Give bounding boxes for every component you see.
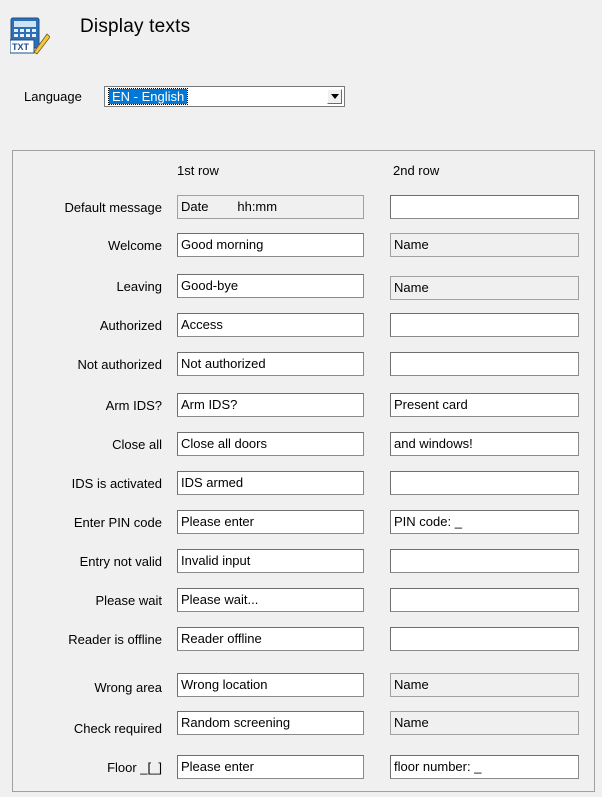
second-row-field: Name [390, 711, 579, 735]
second-row-field: Name [390, 276, 579, 300]
language-label: Language [24, 89, 82, 104]
second-row-field[interactable]: and windows! [390, 432, 579, 456]
dropdown-button[interactable] [327, 89, 342, 104]
first-row-field: Date hh:mm [177, 195, 364, 219]
second-row-field[interactable]: PIN code: _ [390, 510, 579, 534]
language-selected-value: EN - English [107, 88, 189, 105]
first-row-field[interactable]: IDS armed [177, 471, 364, 495]
first-row-field[interactable]: Random screening [177, 711, 364, 735]
row-label: Authorized [99, 318, 162, 333]
column-header-first-row: 1st row [177, 163, 219, 178]
row-label: Check required [73, 721, 162, 736]
row-label: Default message [64, 200, 162, 215]
first-row-field[interactable]: Please enter [177, 755, 364, 779]
first-row-field[interactable]: Please enter [177, 510, 364, 534]
second-row-field[interactable] [390, 588, 579, 612]
first-row-field[interactable]: Invalid input [177, 549, 364, 573]
second-row-field[interactable]: floor number: _ [390, 755, 579, 779]
row-label: IDS is activated [71, 476, 162, 491]
row-label: Close all [112, 437, 162, 452]
language-select[interactable]: EN - English [104, 86, 345, 107]
second-row-field: Name [390, 233, 579, 257]
first-row-field[interactable]: Not authorized [177, 352, 364, 376]
chevron-down-icon [330, 94, 339, 99]
page-title: Display texts [80, 16, 191, 37]
first-row-field[interactable]: Please wait... [177, 588, 364, 612]
row-label: Please wait [95, 593, 162, 608]
row-label: Arm IDS? [105, 398, 162, 413]
row-label: Wrong area [94, 680, 162, 695]
row-label: Welcome [108, 238, 162, 253]
row-label: Enter PIN code [73, 515, 162, 530]
first-row-field[interactable]: Arm IDS? [177, 393, 364, 417]
second-row-field[interactable] [390, 627, 579, 651]
row-label: Floor _[_] [107, 760, 162, 775]
first-row-field[interactable]: Wrong location [177, 673, 364, 697]
display-texts-icon: TXT [10, 17, 50, 55]
first-row-field[interactable]: Close all doors [177, 432, 364, 456]
second-row-field[interactable] [390, 549, 579, 573]
second-row-field[interactable] [390, 313, 579, 337]
second-row-field[interactable] [390, 471, 579, 495]
second-row-field[interactable] [390, 352, 579, 376]
second-row-field[interactable] [390, 195, 579, 219]
first-row-field[interactable]: Access [177, 313, 364, 337]
row-label: Leaving [116, 279, 162, 294]
first-row-field[interactable]: Good-bye [177, 274, 364, 298]
row-label: Reader is offline [68, 632, 162, 647]
icon-txt-label: TXT [12, 42, 30, 52]
row-label: Not authorized [77, 357, 162, 372]
row-label: Entry not valid [79, 554, 162, 569]
second-row-field: Name [390, 673, 579, 697]
second-row-field[interactable]: Present card [390, 393, 579, 417]
column-header-second-row: 2nd row [393, 163, 440, 178]
first-row-field[interactable]: Good morning [177, 233, 364, 257]
first-row-field[interactable]: Reader offline [177, 627, 364, 651]
